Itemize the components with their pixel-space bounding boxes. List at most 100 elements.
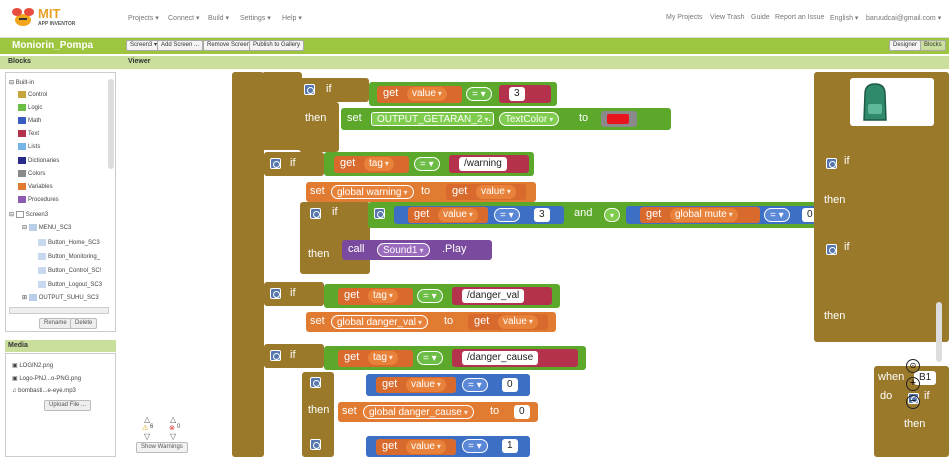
nested-if-block[interactable]: if then xyxy=(300,202,370,274)
tree-item-procedures[interactable]: Procedures xyxy=(18,196,59,203)
get-value-block[interactable]: get value ▾ xyxy=(408,207,488,223)
tree-button-home[interactable]: Button_Home_SC3 xyxy=(38,239,100,246)
get-mute-block[interactable]: get global mute ▾ xyxy=(640,207,760,223)
compare-block[interactable]: get tag ▾ = ▾ /warning xyxy=(324,152,534,176)
eq-dropdown[interactable]: = ▾ xyxy=(417,289,443,303)
tree-item-variables[interactable]: Variables xyxy=(18,183,53,190)
tree-item-lists[interactable]: Lists xyxy=(18,143,40,150)
compare-math-block[interactable]: get value ▾ = ▾ 0 xyxy=(366,374,530,396)
media-file-login2[interactable]: ▣ LOGIN2.png xyxy=(12,362,53,369)
text-literal-block[interactable]: /danger_cause xyxy=(452,349,578,367)
view-trash-link[interactable]: View Trash xyxy=(710,14,745,21)
language-menu[interactable]: English ▾ xyxy=(830,14,858,22)
and-block[interactable]: get value ▾ = ▾ 3 and ▾ get global mute ▾ … xyxy=(368,202,830,228)
and-dropdown[interactable]: ▾ xyxy=(604,208,621,222)
value-dropdown[interactable]: value ▾ xyxy=(498,315,538,329)
eq-dropdown[interactable]: = ▾ xyxy=(466,87,492,101)
blocks-workspace[interactable]: if get value ▾ = ▾ 3 then set OUTPUT_GETA… xyxy=(124,72,949,457)
tree-item-control[interactable]: Control xyxy=(18,91,47,98)
media-file-bombasti[interactable]: ♫ bombasti...e-eye.mp3 xyxy=(12,388,76,394)
color-block[interactable] xyxy=(601,111,637,127)
account-menu[interactable]: baruudcai@gmail.com ▾ xyxy=(866,14,941,22)
publish-gallery-button[interactable]: Publish to Gallery xyxy=(249,40,305,51)
build-menu[interactable]: Build ▾ xyxy=(208,14,229,22)
guide-link[interactable]: Guide xyxy=(751,14,770,21)
warning-down-arrow-icon[interactable]: ▽ xyxy=(144,432,150,441)
text-literal-value[interactable]: /danger_cause xyxy=(462,351,539,365)
eq-dropdown[interactable]: = ▾ xyxy=(494,208,520,222)
variable-dropdown[interactable]: global mute ▾ xyxy=(670,208,738,222)
compare-block[interactable]: get value ▾ = ▾ 3 xyxy=(369,82,557,106)
get-value-block[interactable]: get value ▾ xyxy=(468,314,548,330)
compare-math-block[interactable]: get global mute ▾ = ▾ 0 xyxy=(626,206,826,224)
get-value-block[interactable]: get value ▾ xyxy=(376,377,456,393)
zoom-out-icon[interactable]: − xyxy=(906,395,920,409)
error-down-arrow-icon[interactable]: ▽ xyxy=(170,432,176,441)
value-dropdown[interactable]: value ▾ xyxy=(476,185,516,199)
eq-dropdown[interactable]: = ▾ xyxy=(764,208,790,222)
connect-menu[interactable]: Connect ▾ xyxy=(168,14,200,22)
get-tag-block[interactable]: get tag ▾ xyxy=(338,350,413,367)
workspace-scrollbar[interactable] xyxy=(936,302,942,362)
tree-screen3[interactable]: ⊟ Screen3 xyxy=(9,211,48,218)
get-value-block[interactable]: get value ▾ xyxy=(446,184,526,200)
backpack-icon[interactable] xyxy=(860,82,890,122)
set-global-warning-block[interactable]: set global warning ▾ to get value ▾ xyxy=(306,182,536,202)
eq-dropdown[interactable]: = ▾ xyxy=(462,378,488,392)
if-block[interactable]: if xyxy=(264,152,324,176)
tree-builtin[interactable]: ⊟ Built-in xyxy=(9,79,34,86)
blocks-button[interactable]: Blocks xyxy=(920,40,946,51)
value-dropdown[interactable]: value ▾ xyxy=(407,87,447,101)
vertical-scrollbar[interactable] xyxy=(108,79,114,169)
screen-select[interactable]: Screen3 ▾ xyxy=(126,40,162,51)
number-literal[interactable]: 0 xyxy=(502,378,518,392)
value-dropdown[interactable]: value ▾ xyxy=(406,440,446,454)
error-up-arrow-icon[interactable]: △ xyxy=(170,415,176,424)
eq-dropdown[interactable]: = ▾ xyxy=(462,439,488,453)
sound-dropdown[interactable]: Sound1 ▾ xyxy=(377,243,430,257)
tag-dropdown[interactable]: tag ▾ xyxy=(368,351,398,365)
projects-menu[interactable]: Projects ▾ xyxy=(128,14,159,22)
tag-dropdown[interactable]: tag ▾ xyxy=(364,157,394,171)
text-literal-value[interactable]: /warning xyxy=(459,157,507,171)
if-block[interactable]: if xyxy=(264,344,324,368)
number-literal[interactable]: 3 xyxy=(534,208,550,222)
number-literal[interactable]: 1 xyxy=(502,439,518,453)
text-literal-value[interactable]: 3 xyxy=(509,87,525,101)
compare-math-block[interactable]: get value ▾ = ▾ 1 xyxy=(366,436,530,457)
delete-button[interactable]: Delete xyxy=(70,318,98,329)
variable-dropdown[interactable]: global warning ▾ xyxy=(331,185,414,199)
if-block[interactable]: if xyxy=(264,282,324,306)
tag-dropdown[interactable]: tag ▾ xyxy=(368,289,398,303)
tree-output-suhu[interactable]: ⊞ OUTPUT_SUHU_SC3 xyxy=(22,294,99,301)
set-danger-val-block[interactable]: set global danger_val ▾ to get value ▾ xyxy=(306,312,556,332)
help-menu[interactable]: Help ▾ xyxy=(282,14,302,22)
remove-screen-button[interactable]: Remove Screen xyxy=(203,40,255,51)
get-tag-block[interactable]: get tag ▾ xyxy=(338,288,413,305)
text-literal-block[interactable]: /warning xyxy=(449,155,529,173)
media-file-logo[interactable]: ▣ Logo-PNJ...o-PNG.png xyxy=(12,375,81,382)
if-block[interactable]: if xyxy=(299,78,369,102)
number-literal[interactable]: 0 xyxy=(514,405,530,419)
set-danger-cause-block[interactable]: set global danger_cause ▾ to 0 xyxy=(338,402,538,422)
tree-button-monitoring[interactable]: Button_Monitoring_ xyxy=(38,253,100,260)
center-icon[interactable]: ⊙ xyxy=(906,359,920,373)
property-dropdown[interactable]: TextColor ▾ xyxy=(499,112,560,126)
tree-item-logic[interactable]: Logic xyxy=(18,104,42,111)
text-literal-value[interactable]: /danger_val xyxy=(462,289,525,303)
nested-if-block[interactable]: then xyxy=(302,372,334,457)
tree-item-math[interactable]: Math xyxy=(18,117,41,124)
tree-item-dictionaries[interactable]: Dictionaries xyxy=(18,157,59,164)
eq-dropdown[interactable]: = ▾ xyxy=(417,351,443,365)
get-value-block[interactable]: get value ▾ xyxy=(376,439,456,455)
text-literal-block[interactable]: /danger_val xyxy=(452,287,552,305)
value-dropdown[interactable]: value ▾ xyxy=(438,208,478,222)
value-dropdown[interactable]: value ▾ xyxy=(406,378,446,392)
settings-menu[interactable]: Settings ▾ xyxy=(240,14,271,22)
rename-button[interactable]: Rename xyxy=(39,318,72,329)
compare-math-block[interactable]: get value ▾ = ▾ 3 xyxy=(394,206,564,224)
text-literal-block[interactable]: 3 xyxy=(499,85,551,103)
horizontal-scrollbar[interactable] xyxy=(9,307,109,314)
tree-button-logout[interactable]: Button_Logout_SC3 xyxy=(38,281,102,288)
designer-button[interactable]: Designer xyxy=(889,40,922,51)
